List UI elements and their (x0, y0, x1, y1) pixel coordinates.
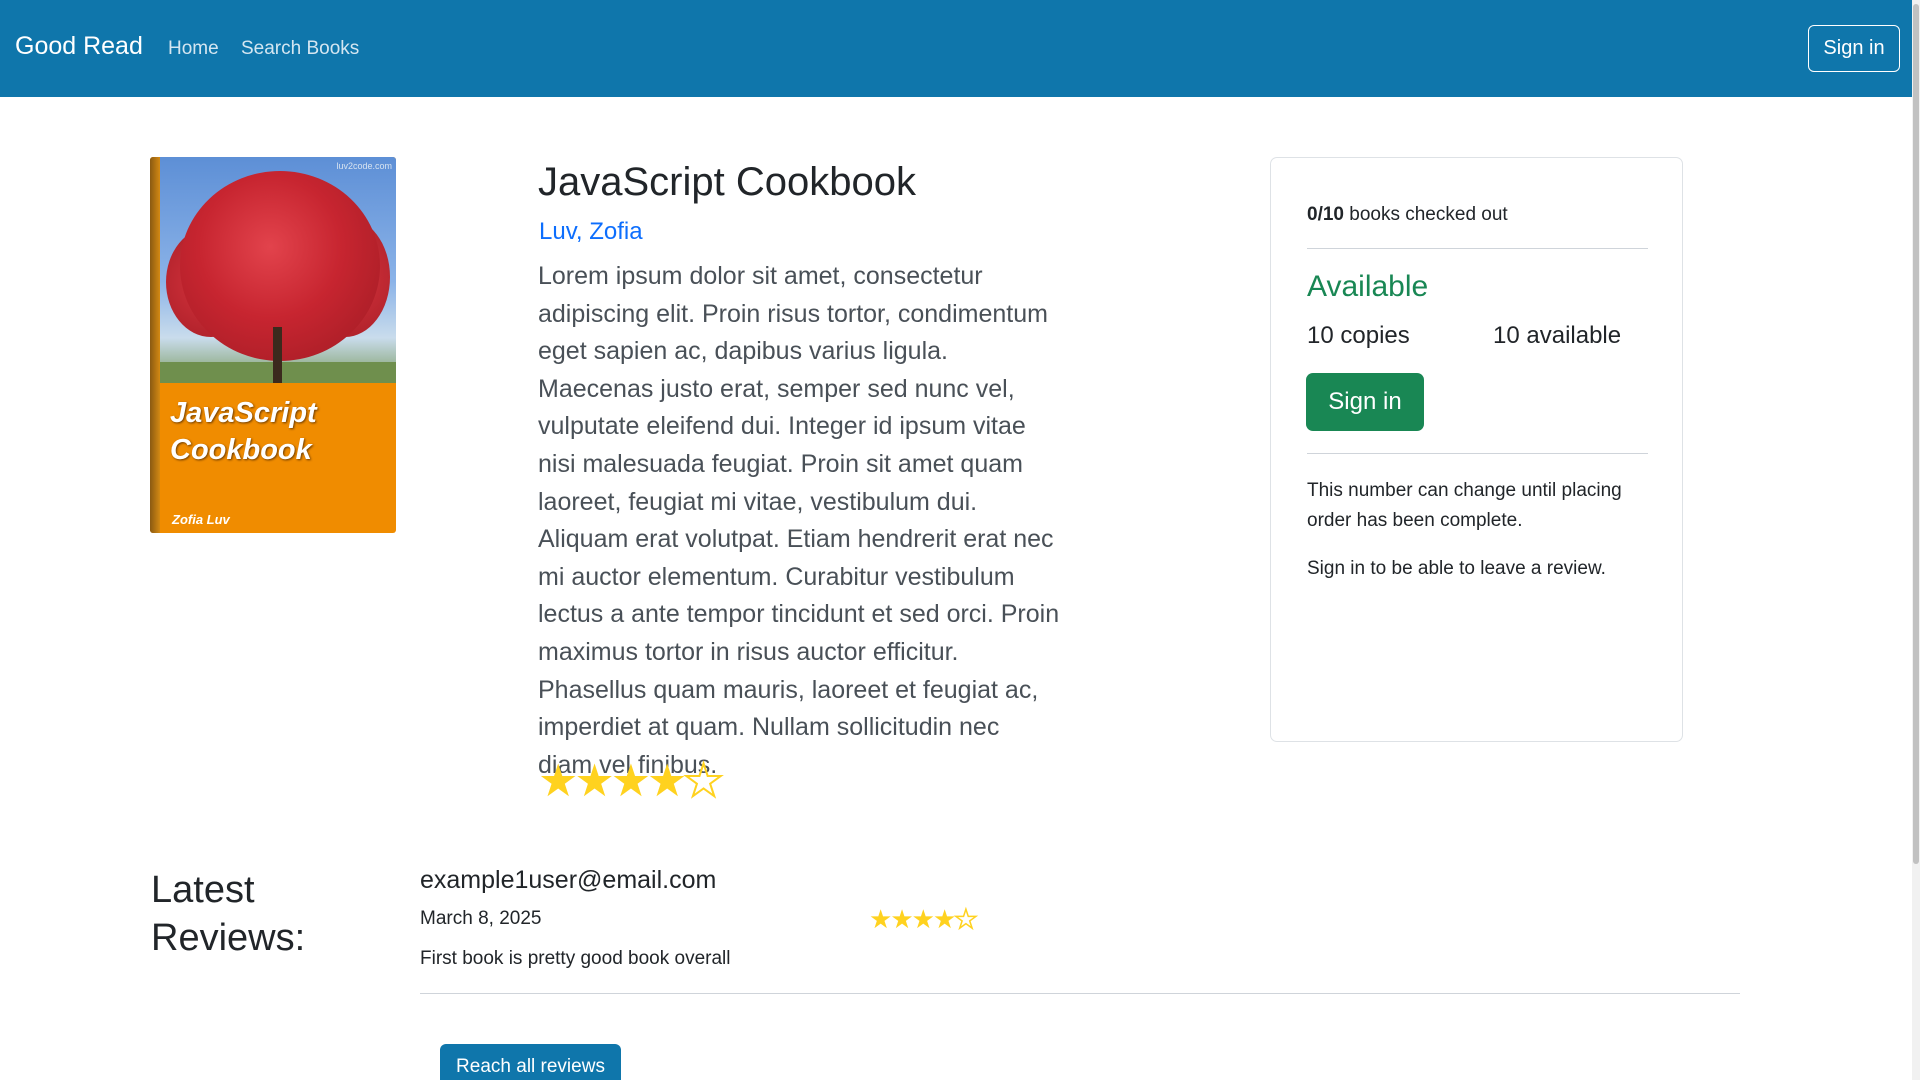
star-filled-icon: ★ (932, 904, 956, 934)
available-count: 10 available (1493, 322, 1622, 349)
star-filled-icon: ★ (890, 904, 913, 934)
availability-note: This number can change until placing ord… (1307, 480, 1622, 531)
cover-watermark: luv2code.com (336, 161, 392, 171)
book-author-link[interactable]: Luv, Zofia (539, 218, 643, 246)
nav-link-home[interactable]: Home (168, 38, 219, 60)
book-rating-stars: ★★★★★ (538, 755, 725, 806)
star-empty-icon: ★ (682, 755, 724, 806)
cover-photo: luv2code.com (160, 157, 396, 383)
navbar: Good Read Home Search Books Sign in (0, 0, 1920, 97)
brand-logo[interactable]: Good Read (15, 32, 143, 61)
review-divider (420, 993, 1740, 994)
review-rating-stars: ★★★★★ (869, 904, 978, 934)
cover-title: JavaScript Cookbook (170, 397, 317, 466)
star-filled-icon: ★ (574, 755, 614, 806)
star-empty-icon: ★ (953, 904, 978, 934)
divider (1307, 453, 1648, 454)
scrollbar-thumb[interactable] (1913, 4, 1919, 864)
checked-out-status: 0/10 books checked out (1307, 204, 1508, 225)
review-date: March 8, 2025 (420, 908, 542, 929)
review-sign-in-note: Sign in to be able to leave a review. (1307, 558, 1606, 579)
card-sign-in-button[interactable]: Sign in (1306, 373, 1424, 431)
divider (1307, 248, 1648, 249)
star-filled-icon: ★ (869, 904, 892, 934)
star-filled-icon: ★ (610, 755, 651, 806)
star-filled-icon: ★ (647, 755, 687, 806)
cover-author: Zofia Luv (172, 512, 230, 527)
availability-card: 0/10 books checked out Available 10 copi… (1270, 157, 1683, 742)
book-title: JavaScript Cookbook (538, 160, 916, 204)
reviews-heading: Latest Reviews: (151, 869, 306, 959)
review-user-email: example1user@email.com (420, 866, 717, 894)
reach-all-reviews-button[interactable]: Reach all reviews (440, 1044, 621, 1080)
availability-status: Available (1307, 270, 1429, 303)
book-description: Lorem ipsum dolor sit amet, consectetur … (538, 262, 1060, 779)
star-filled-icon: ★ (911, 904, 935, 934)
star-filled-icon: ★ (538, 755, 578, 806)
review-text: First book is pretty good book overall (420, 948, 731, 969)
navbar-sign-in-button[interactable]: Sign in (1808, 25, 1900, 72)
copies-count: 10 copies (1307, 322, 1410, 349)
nav-link-search-books[interactable]: Search Books (241, 38, 359, 60)
cover-spine (150, 157, 160, 533)
book-cover-image: luv2code.com JavaScript Cookbook Zofia L… (150, 157, 396, 533)
